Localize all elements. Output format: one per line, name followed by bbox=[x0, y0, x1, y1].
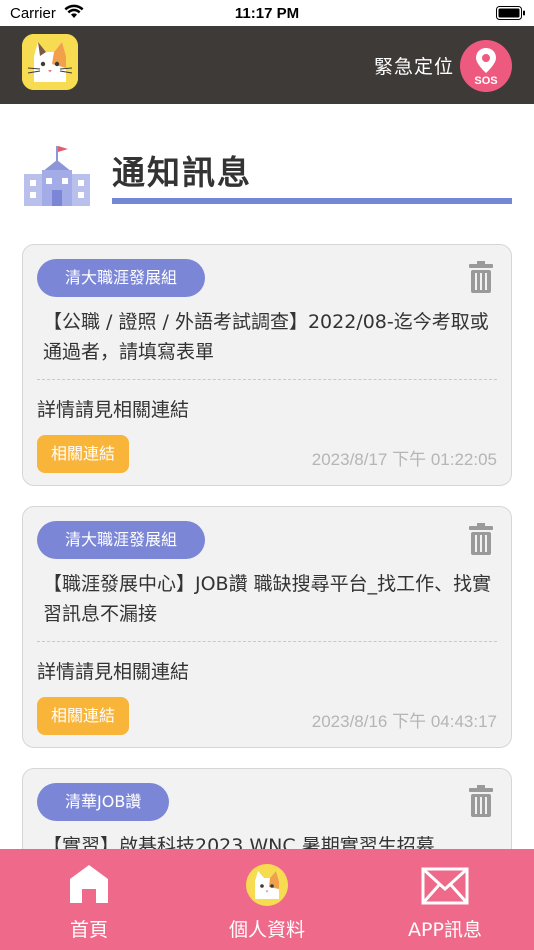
notification-headline: 【公職 / 證照 / 外語考試調查】2022/08-迄今考取或通過者，請填寫表單 bbox=[43, 311, 489, 363]
notification-card[interactable]: 清大職涯發展組 【職涯發展中心】JOB讚 職缺搜尋平台_找工作、找實習訊息不漏接… bbox=[22, 506, 512, 748]
tab-profile-label: 個人資料 bbox=[228, 919, 305, 941]
notification-detail: 詳情請見相關連結 bbox=[37, 661, 190, 683]
battery-icon bbox=[496, 6, 525, 20]
dashed-divider bbox=[37, 641, 497, 642]
school-building-icon bbox=[24, 146, 90, 206]
mail-icon bbox=[421, 867, 469, 905]
cat-profile-icon bbox=[246, 864, 288, 906]
location-pin-icon: SOS bbox=[474, 48, 498, 87]
trash-icon[interactable] bbox=[469, 523, 493, 555]
tab-messages[interactable]: APP訊息 bbox=[356, 849, 534, 950]
related-link-button[interactable]: 相關連結 bbox=[37, 435, 130, 473]
page-title: 通知訊息 bbox=[112, 153, 252, 192]
source-tag: 清大職涯發展組 bbox=[37, 521, 206, 559]
trash-icon[interactable] bbox=[469, 785, 493, 817]
notification-headline: 【職涯發展中心】JOB讚 職缺搜尋平台_找工作、找實習訊息不漏接 bbox=[43, 573, 492, 625]
status-bar: Carrier 11:17 PM bbox=[0, 0, 534, 26]
source-tag: 清華JOB讚 bbox=[37, 783, 170, 821]
emergency-location-label[interactable]: 緊急定位 bbox=[374, 52, 454, 79]
tab-profile[interactable]: 個人資料 bbox=[178, 849, 356, 950]
title-underline bbox=[112, 198, 512, 204]
dashed-divider bbox=[37, 379, 497, 380]
sos-button[interactable]: SOS bbox=[460, 40, 512, 92]
tab-messages-label: APP訊息 bbox=[408, 919, 482, 941]
app-header: 緊急定位 SOS bbox=[0, 26, 534, 104]
clock: 11:17 PM bbox=[234, 5, 300, 22]
trash-icon[interactable] bbox=[469, 261, 493, 293]
notification-card[interactable]: 清大職涯發展組 【公職 / 證照 / 外語考試調查】2022/08-迄今考取或通… bbox=[22, 244, 512, 486]
source-tag: 清大職涯發展組 bbox=[37, 259, 206, 297]
home-icon bbox=[70, 865, 108, 903]
app-screen: Carrier 11:17 PM 緊急定位 SOS 通知訊息 清大職涯發展組 【… bbox=[0, 0, 534, 950]
sos-badge-text: SOS bbox=[474, 75, 497, 87]
notification-detail: 詳情請見相關連結 bbox=[37, 399, 190, 421]
notification-timestamp: 2023/8/17 下午 01:22:05 bbox=[311, 450, 497, 469]
bottom-tab-bar: 首頁 個人資料 APP訊息 bbox=[0, 849, 534, 950]
page-title-section: 通知訊息 bbox=[0, 138, 534, 218]
related-link-button[interactable]: 相關連結 bbox=[37, 697, 130, 735]
tab-home-label: 首頁 bbox=[69, 919, 108, 941]
cat-logo-icon[interactable] bbox=[22, 34, 78, 90]
tab-home[interactable]: 首頁 bbox=[0, 849, 178, 950]
notification-timestamp: 2023/8/16 下午 04:43:17 bbox=[311, 712, 497, 731]
